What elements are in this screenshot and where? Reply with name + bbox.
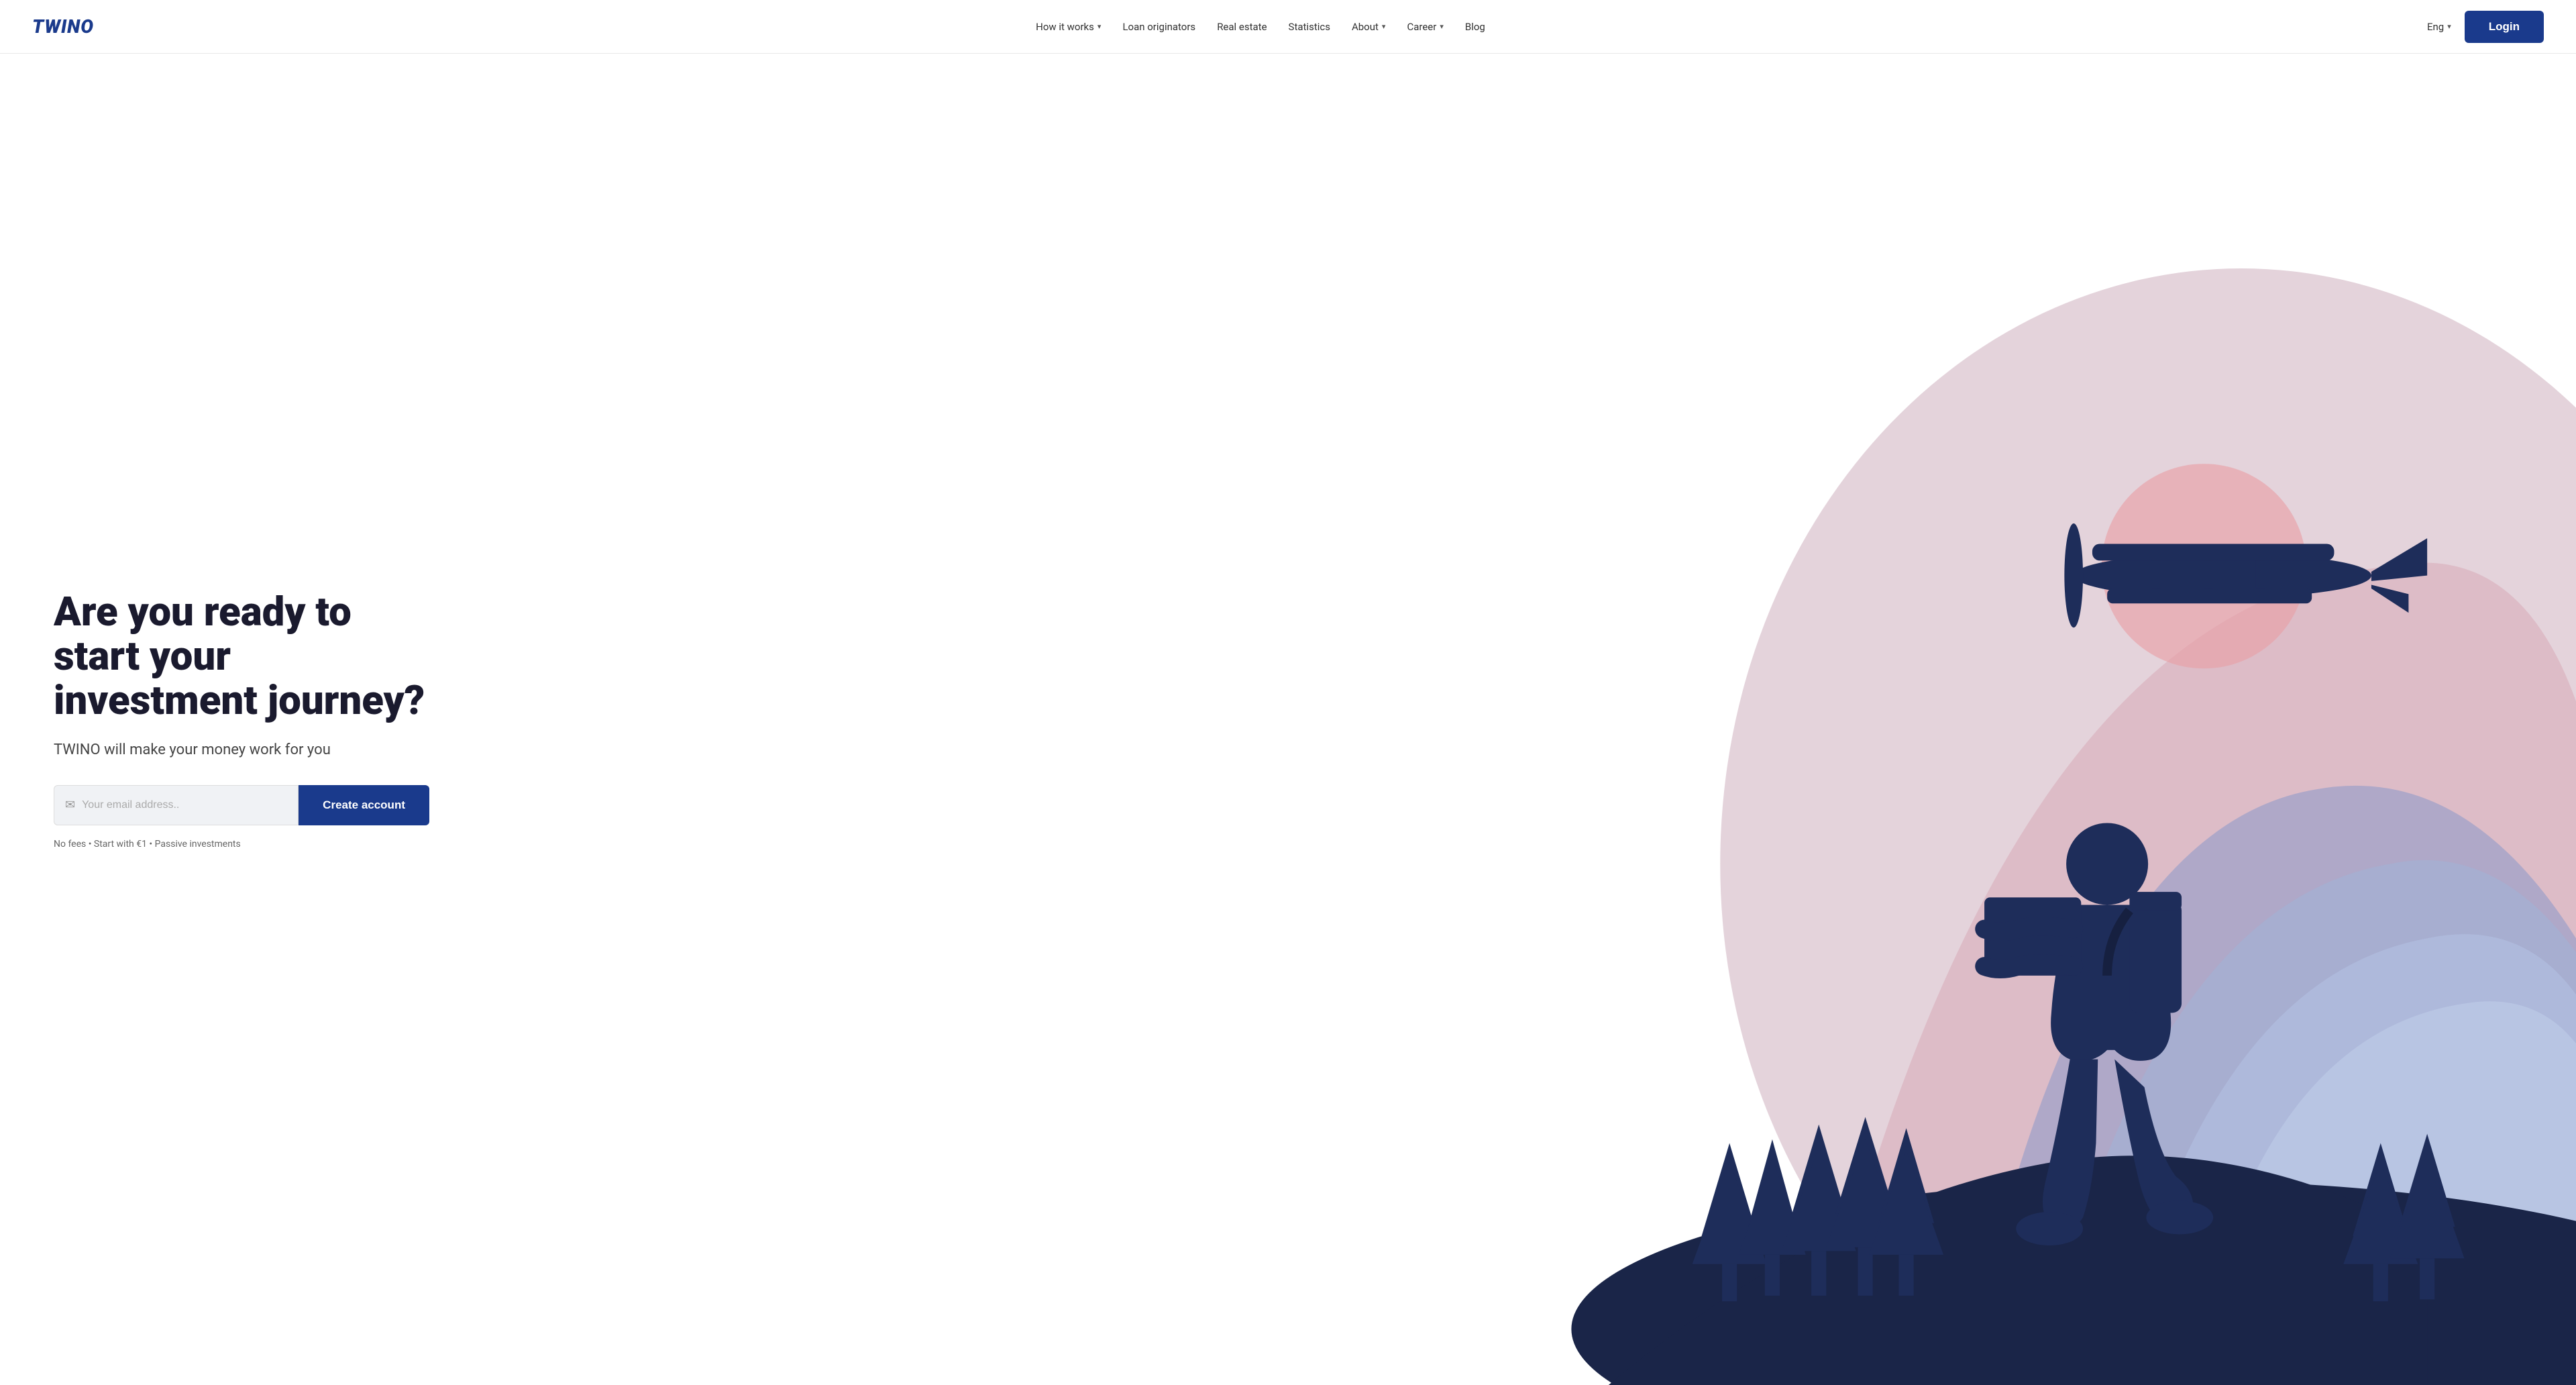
email-input[interactable] bbox=[82, 799, 287, 811]
nav-item-real-estate[interactable]: Real estate bbox=[1217, 21, 1267, 33]
nav-item-label: Career bbox=[1407, 21, 1436, 33]
chevron-down-icon: ▾ bbox=[1097, 22, 1102, 31]
create-account-button[interactable]: Create account bbox=[299, 785, 429, 825]
logo[interactable]: TWINO bbox=[32, 15, 94, 38]
nav-item-loan-originators[interactable]: Loan originators bbox=[1122, 21, 1195, 33]
main-nav: How it works▾Loan originatorsReal estate… bbox=[1036, 21, 1485, 33]
nav-item-blog[interactable]: Blog bbox=[1465, 21, 1485, 33]
hero-section: Are you ready to start your investment j… bbox=[0, 54, 2576, 1385]
header-right: Eng ▾ Login bbox=[2427, 11, 2544, 43]
nav-item-label: Real estate bbox=[1217, 21, 1267, 33]
hero-content: Are you ready to start your investment j… bbox=[0, 550, 483, 890]
hero-footnote: No fees • Start with €1 • Passive invest… bbox=[54, 839, 429, 850]
nav-item-career[interactable]: Career ▾ bbox=[1407, 21, 1443, 33]
email-input-wrapper: ✉ bbox=[54, 785, 299, 825]
nav-item-about[interactable]: About▾ bbox=[1352, 21, 1385, 33]
language-selector[interactable]: Eng ▾ bbox=[2427, 21, 2451, 33]
nav-item-label: About bbox=[1352, 21, 1379, 33]
nav-item-how-it-works[interactable]: How it works▾ bbox=[1036, 21, 1101, 33]
nav-item-label: Statistics bbox=[1289, 21, 1330, 33]
nav-item-label: Loan originators bbox=[1122, 21, 1195, 33]
login-button[interactable]: Login bbox=[2465, 11, 2544, 43]
nav-item-statistics[interactable]: Statistics bbox=[1289, 21, 1330, 33]
chevron-down-icon: ▾ bbox=[1382, 22, 1386, 31]
email-icon: ✉ bbox=[65, 798, 75, 812]
lang-chevron-icon: ▾ bbox=[2447, 22, 2451, 31]
hero-subtitle: TWINO will make your money work for you bbox=[54, 741, 429, 758]
nav-item-label: Blog bbox=[1465, 21, 1485, 33]
nav-item-label: How it works bbox=[1036, 21, 1094, 33]
hero-title: Are you ready to start your investment j… bbox=[54, 590, 429, 723]
lang-label: Eng bbox=[2427, 21, 2444, 33]
email-form: ✉ Create account bbox=[54, 785, 429, 825]
header: TWINO How it works▾Loan originatorsReal … bbox=[0, 0, 2576, 54]
chevron-down-icon: ▾ bbox=[1440, 22, 1444, 31]
hero-illustration bbox=[902, 54, 2576, 1385]
